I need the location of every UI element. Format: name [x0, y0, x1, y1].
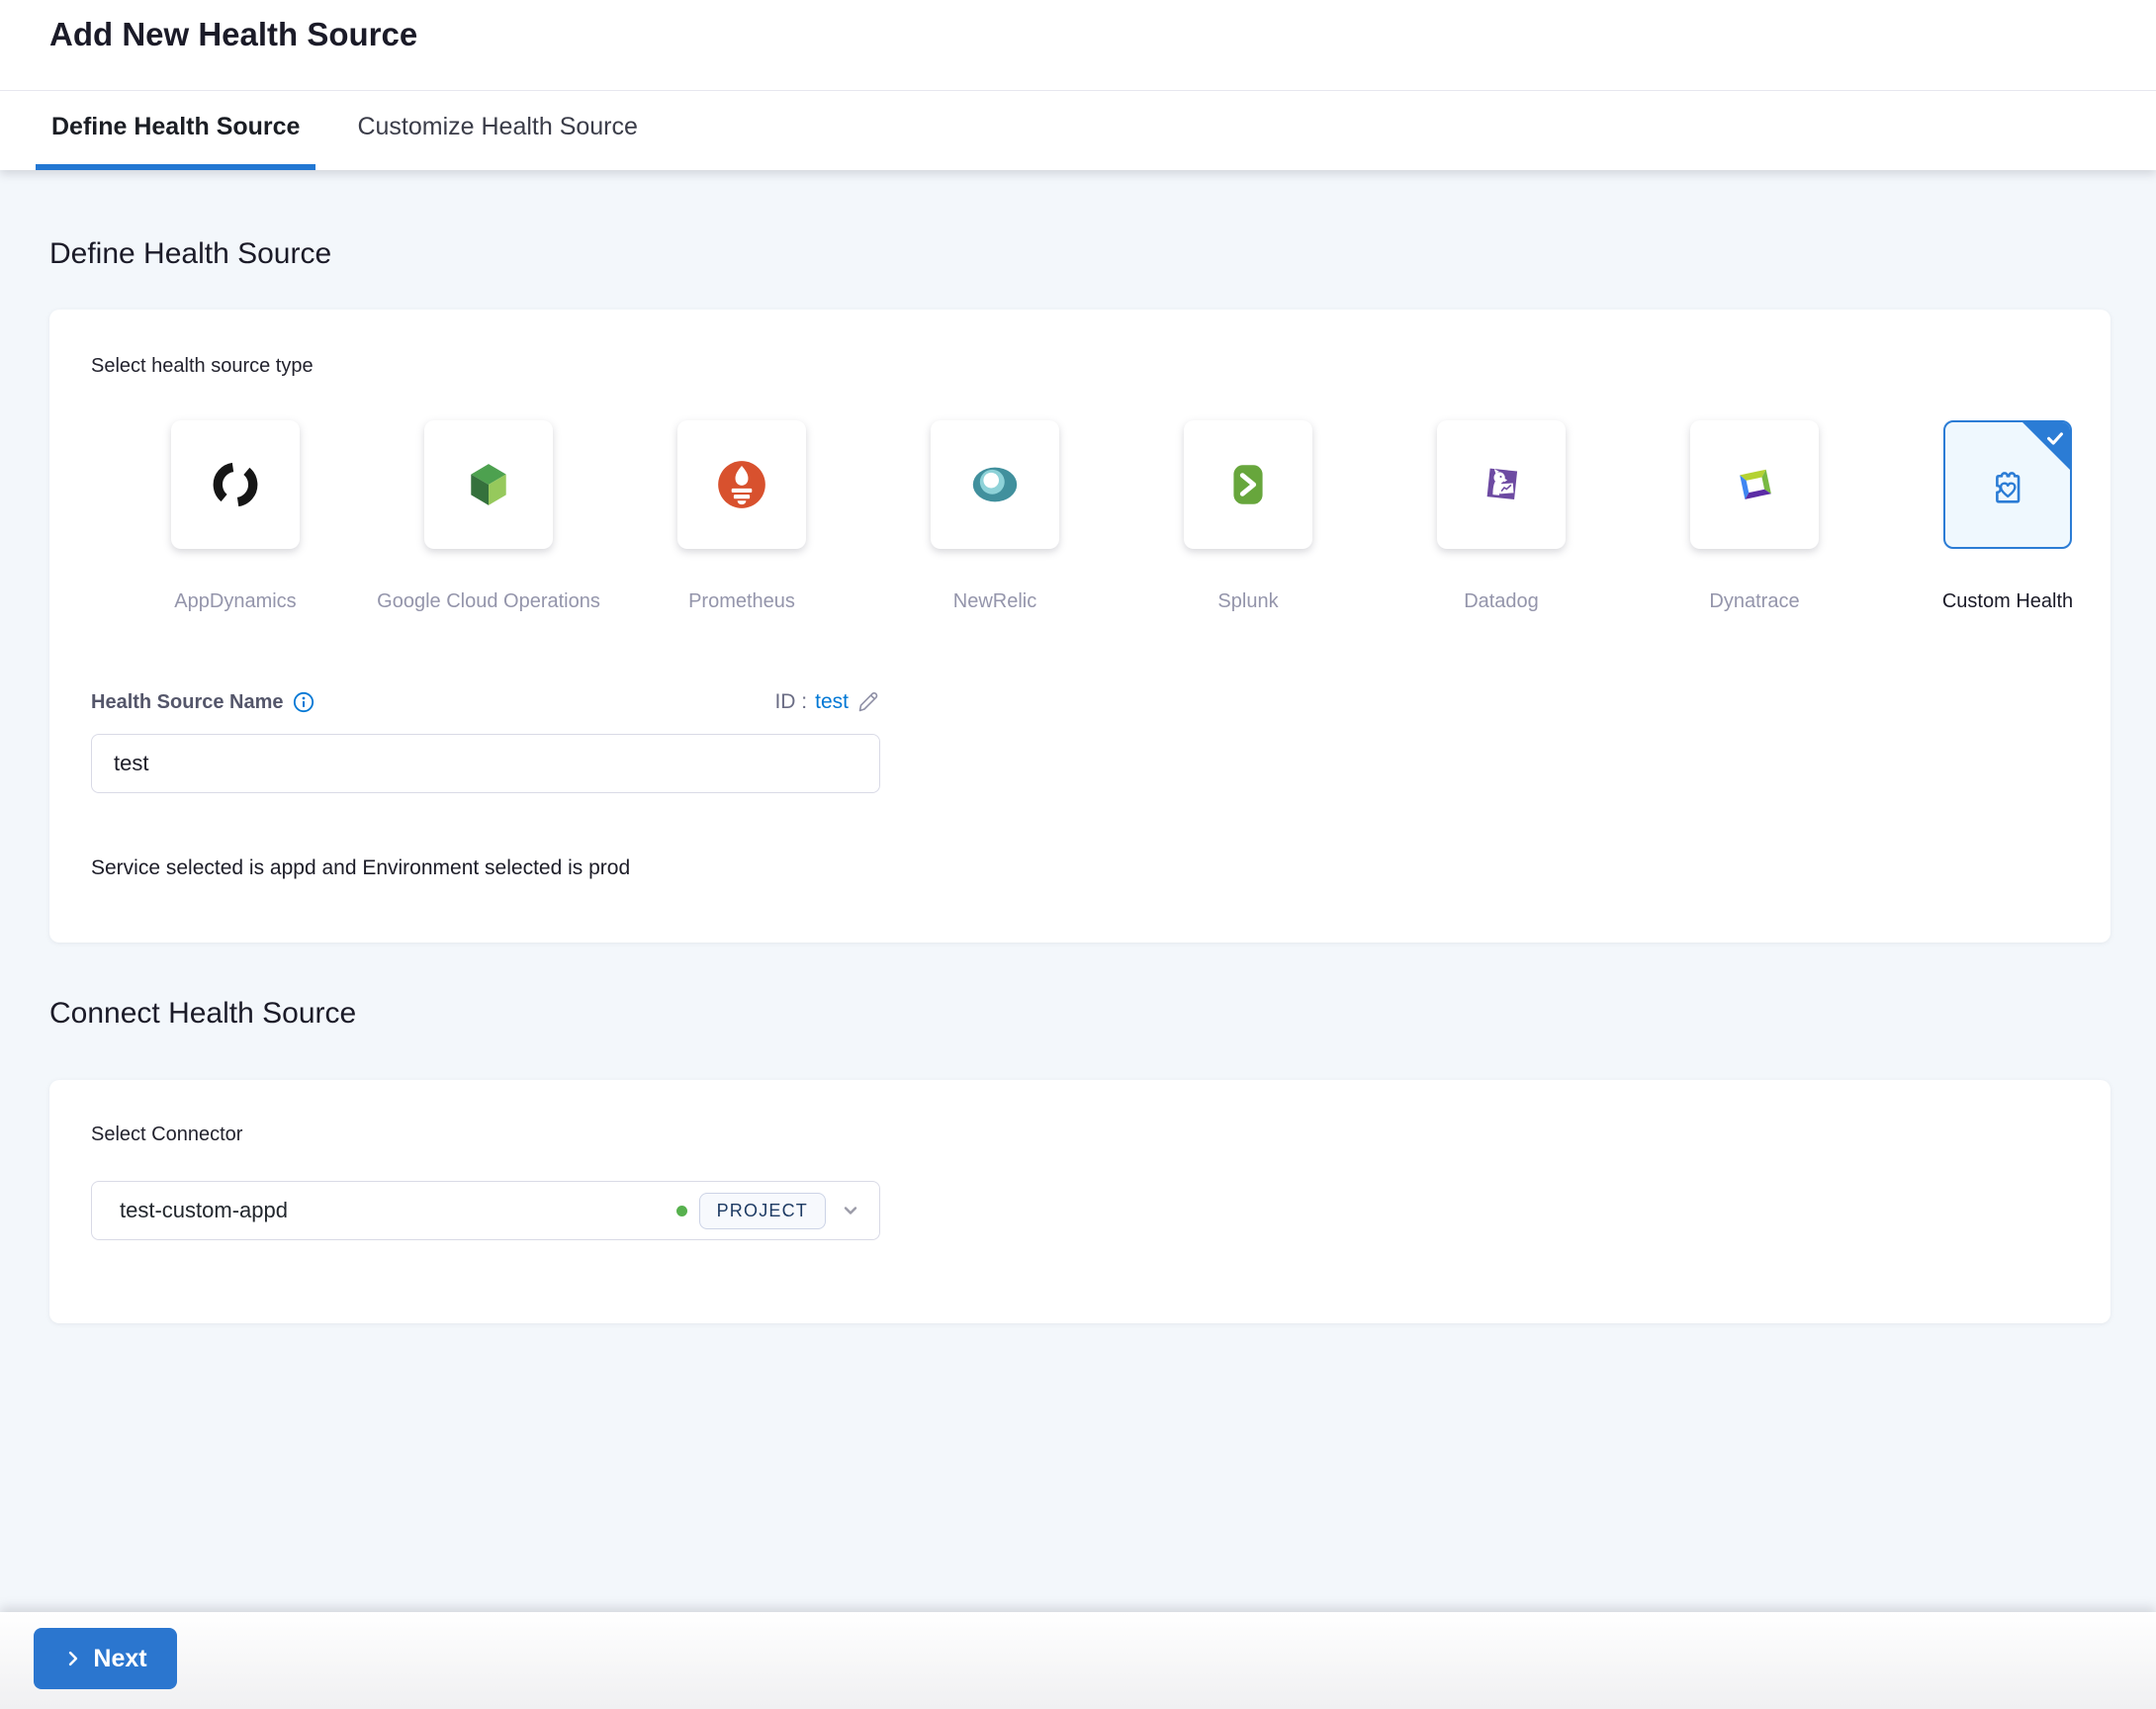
source-type-custom-health[interactable]: Custom Health — [1941, 420, 2074, 613]
connector-status-dot — [675, 1205, 687, 1216]
tab-define-health-source[interactable]: Define Health Source — [36, 91, 316, 170]
source-type-label: AppDynamics — [174, 590, 297, 612]
page-header: Add New Health Source Define Health Sour… — [0, 0, 2156, 170]
source-type-label: Prometheus — [688, 590, 795, 612]
source-type-label: Datadog — [1464, 590, 1539, 612]
newrelic-icon — [969, 459, 1021, 510]
connector-scope-badge: PROJECT — [698, 1192, 826, 1229]
dynatrace-icon — [1730, 460, 1779, 509]
tab-bar: Define Health Source Customize Health So… — [36, 91, 654, 170]
source-type-newrelic[interactable]: NewRelic — [931, 420, 1059, 613]
health-source-name-label: Health Source Name — [91, 691, 314, 714]
select-source-type-label: Select health source type — [91, 355, 314, 377]
source-type-label: Custom Health — [1941, 590, 2074, 612]
next-button[interactable]: Next — [34, 1628, 177, 1689]
health-source-name-input[interactable] — [91, 734, 880, 793]
select-connector-label: Select Connector — [91, 1124, 243, 1145]
source-type-label: Google Cloud Operations — [377, 590, 600, 612]
connect-health-source-card: Select Connector test-custom-appd PROJEC… — [49, 1080, 2111, 1323]
source-type-label: NewRelic — [952, 590, 1037, 612]
check-icon — [2044, 427, 2066, 449]
splunk-icon — [1223, 460, 1273, 509]
next-button-label: Next — [93, 1644, 147, 1672]
source-type-prometheus[interactable]: Prometheus — [677, 420, 806, 613]
service-environment-note: Service selected is appd and Environment… — [91, 856, 631, 879]
define-health-source-card: Select health source type AppDynamics Go… — [49, 310, 2111, 943]
id-value: test — [815, 690, 849, 713]
connect-section-heading: Connect Health Source — [49, 997, 357, 1030]
id-label: ID : — [774, 690, 808, 713]
chevron-right-icon — [63, 1649, 83, 1668]
source-type-dynatrace[interactable]: Dynatrace — [1690, 420, 1819, 613]
connector-name: test-custom-appd — [120, 1198, 288, 1222]
edit-id-pencil-icon[interactable] — [856, 690, 880, 714]
source-type-google-cloud-operations[interactable]: Google Cloud Operations — [377, 420, 600, 613]
source-type-datadog[interactable]: Datadog — [1437, 420, 1566, 613]
tab-customize-health-source[interactable]: Customize Health Source — [341, 91, 653, 170]
google-cloud-operations-icon — [464, 460, 513, 509]
prometheus-icon — [716, 459, 767, 510]
page-title: Add New Health Source — [49, 16, 418, 52]
datadog-icon — [1477, 460, 1526, 509]
info-icon[interactable] — [293, 691, 314, 713]
source-type-splunk[interactable]: Splunk — [1184, 420, 1312, 613]
health-source-name-row: Health Source Name ID : test — [91, 690, 880, 714]
chevron-down-icon — [838, 1198, 863, 1223]
appdynamics-icon — [211, 460, 260, 509]
source-type-appdynamics[interactable]: AppDynamics — [171, 420, 300, 613]
connector-select[interactable]: test-custom-appd PROJECT — [91, 1181, 880, 1240]
id-group: ID : test — [774, 690, 880, 714]
define-section-heading: Define Health Source — [49, 237, 332, 270]
source-type-label: Dynatrace — [1709, 590, 1800, 612]
footer-bar: Next — [0, 1612, 2156, 1709]
source-type-tiles: AppDynamics Google Cloud Operations Prom… — [49, 420, 2111, 613]
source-type-label: Splunk — [1217, 590, 1279, 612]
